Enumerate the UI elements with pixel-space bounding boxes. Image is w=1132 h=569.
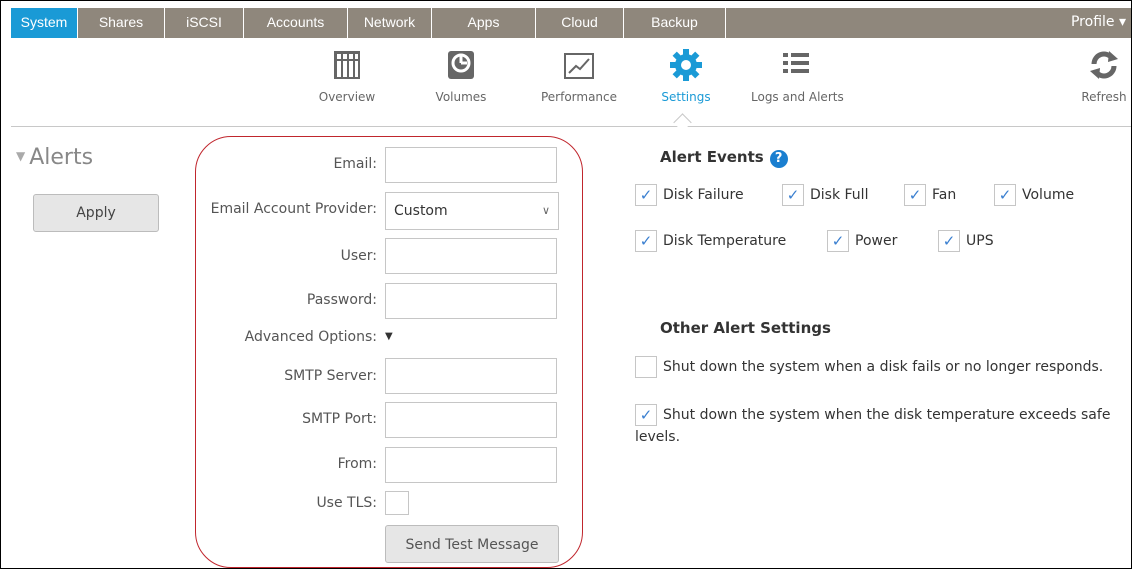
expand-arrow-icon[interactable]: ▼ [385, 331, 393, 342]
password-field[interactable] [385, 283, 557, 319]
alert-events-title: Alert Events [660, 148, 764, 166]
shutdown-temp-checkbox[interactable]: ✓ [635, 404, 657, 426]
disk-full-label: Disk Full [810, 187, 869, 203]
shutdown-disk-fail-option[interactable]: Shut down the system when a disk fails o… [635, 356, 1120, 378]
event-disk-full[interactable]: Disk Full [782, 184, 868, 206]
power-checkbox[interactable] [827, 230, 849, 252]
password-label: Password: [306, 292, 377, 308]
subnav-settings-label: Settings [661, 90, 711, 104]
tab-cloud[interactable]: Cloud [536, 8, 624, 38]
subnav-volumes[interactable]: Volumes [431, 48, 491, 104]
refresh-button[interactable]: Refresh [1079, 48, 1129, 104]
event-fan[interactable]: Fan [904, 184, 956, 206]
subnav-overview[interactable]: Overview [317, 48, 377, 104]
user-field[interactable] [385, 238, 557, 274]
subnav-logs-alerts[interactable]: Logs and Alerts [751, 48, 844, 104]
section-title-label: Alerts [29, 145, 94, 170]
provider-select[interactable]: Custom ∨ [385, 192, 559, 230]
event-power[interactable]: Power [827, 230, 897, 252]
disk-temperature-checkbox[interactable] [635, 230, 657, 252]
fan-label: Fan [932, 187, 957, 203]
tab-system[interactable]: System [11, 8, 78, 38]
event-ups[interactable]: UPS [938, 230, 994, 252]
use-tls-label: Use TLS: [316, 495, 377, 511]
send-test-message-button[interactable]: Send Test Message [385, 525, 559, 563]
settings-icon [670, 49, 702, 81]
shutdown-temp-option[interactable]: ✓ Shut down the system when the disk temp… [635, 404, 1120, 448]
logs-icon [783, 53, 809, 73]
disk-failure-label: Disk Failure [663, 187, 744, 203]
ups-label: UPS [966, 233, 994, 249]
use-tls-checkbox[interactable] [385, 491, 409, 515]
provider-value: Custom [394, 203, 448, 219]
app-frame: System Shares iSCSI Accounts Network App… [0, 0, 1132, 569]
performance-icon [564, 53, 594, 79]
ups-checkbox[interactable] [938, 230, 960, 252]
help-icon[interactable]: ? [769, 150, 788, 168]
advanced-options-label: Advanced Options: [244, 329, 377, 345]
user-label: User: [340, 248, 377, 264]
advanced-options-toggle[interactable]: Advanced Options: [245, 329, 377, 345]
volume-checkbox[interactable] [994, 184, 1016, 206]
smtp-server-label: SMTP Server: [284, 368, 377, 384]
refresh-icon [1090, 51, 1118, 79]
sub-nav: Overview Volumes Performance Settings Lo… [11, 38, 1131, 127]
from-field[interactable] [385, 447, 557, 483]
subnav-settings[interactable]: Settings [656, 48, 716, 104]
top-nav: System Shares iSCSI Accounts Network App… [11, 8, 1131, 38]
tab-backup[interactable]: Backup [624, 8, 726, 38]
shutdown-temp-label: Shut down the system when the disk tempe… [635, 407, 1111, 445]
shutdown-disk-fail-checkbox[interactable] [635, 356, 657, 378]
subnav-logs-label: Logs and Alerts [751, 90, 844, 104]
collapse-arrow-icon: ▼ [16, 149, 26, 163]
subnav-performance[interactable]: Performance [536, 48, 622, 104]
apply-button[interactable]: Apply [33, 194, 159, 232]
from-label: From: [337, 456, 377, 472]
overview-icon [334, 51, 360, 79]
subnav-overview-label: Overview [318, 90, 376, 104]
subnav-volumes-label: Volumes [435, 90, 487, 104]
alert-events-heading: Alert Events? [660, 148, 788, 168]
tab-shares[interactable]: Shares [78, 8, 165, 38]
email-label: Email: [333, 156, 377, 172]
disk-temperature-label: Disk Temperature [663, 233, 787, 249]
email-field[interactable] [385, 147, 557, 183]
volume-label: Volume [1022, 187, 1075, 203]
chevron-down-icon: ∨ [541, 204, 550, 217]
smtp-port-label: SMTP Port: [302, 411, 377, 427]
section-title[interactable]: ▼ Alerts [16, 145, 93, 170]
tab-network[interactable]: Network [348, 8, 432, 38]
profile-menu[interactable]: Profile ▾ [1066, 8, 1131, 38]
volumes-icon [448, 51, 474, 79]
shutdown-disk-fail-label: Shut down the system when a disk fails o… [663, 359, 1104, 375]
refresh-label: Refresh [1081, 90, 1127, 104]
tab-accounts[interactable]: Accounts [244, 8, 348, 38]
smtp-port-field[interactable] [385, 402, 557, 438]
event-disk-failure[interactable]: Disk Failure [635, 184, 744, 206]
smtp-server-field[interactable] [385, 358, 557, 394]
disk-failure-checkbox[interactable] [635, 184, 657, 206]
disk-full-checkbox[interactable] [782, 184, 804, 206]
event-volume[interactable]: Volume [994, 184, 1074, 206]
event-disk-temperature[interactable]: Disk Temperature [635, 230, 786, 252]
tab-iscsi[interactable]: iSCSI [165, 8, 244, 38]
tab-apps[interactable]: Apps [432, 8, 536, 38]
other-alert-settings-heading: Other Alert Settings [660, 319, 831, 337]
provider-label: Email Account Provider: [210, 201, 377, 217]
fan-checkbox[interactable] [904, 184, 926, 206]
power-label: Power [855, 233, 898, 249]
subnav-performance-label: Performance [540, 90, 618, 104]
